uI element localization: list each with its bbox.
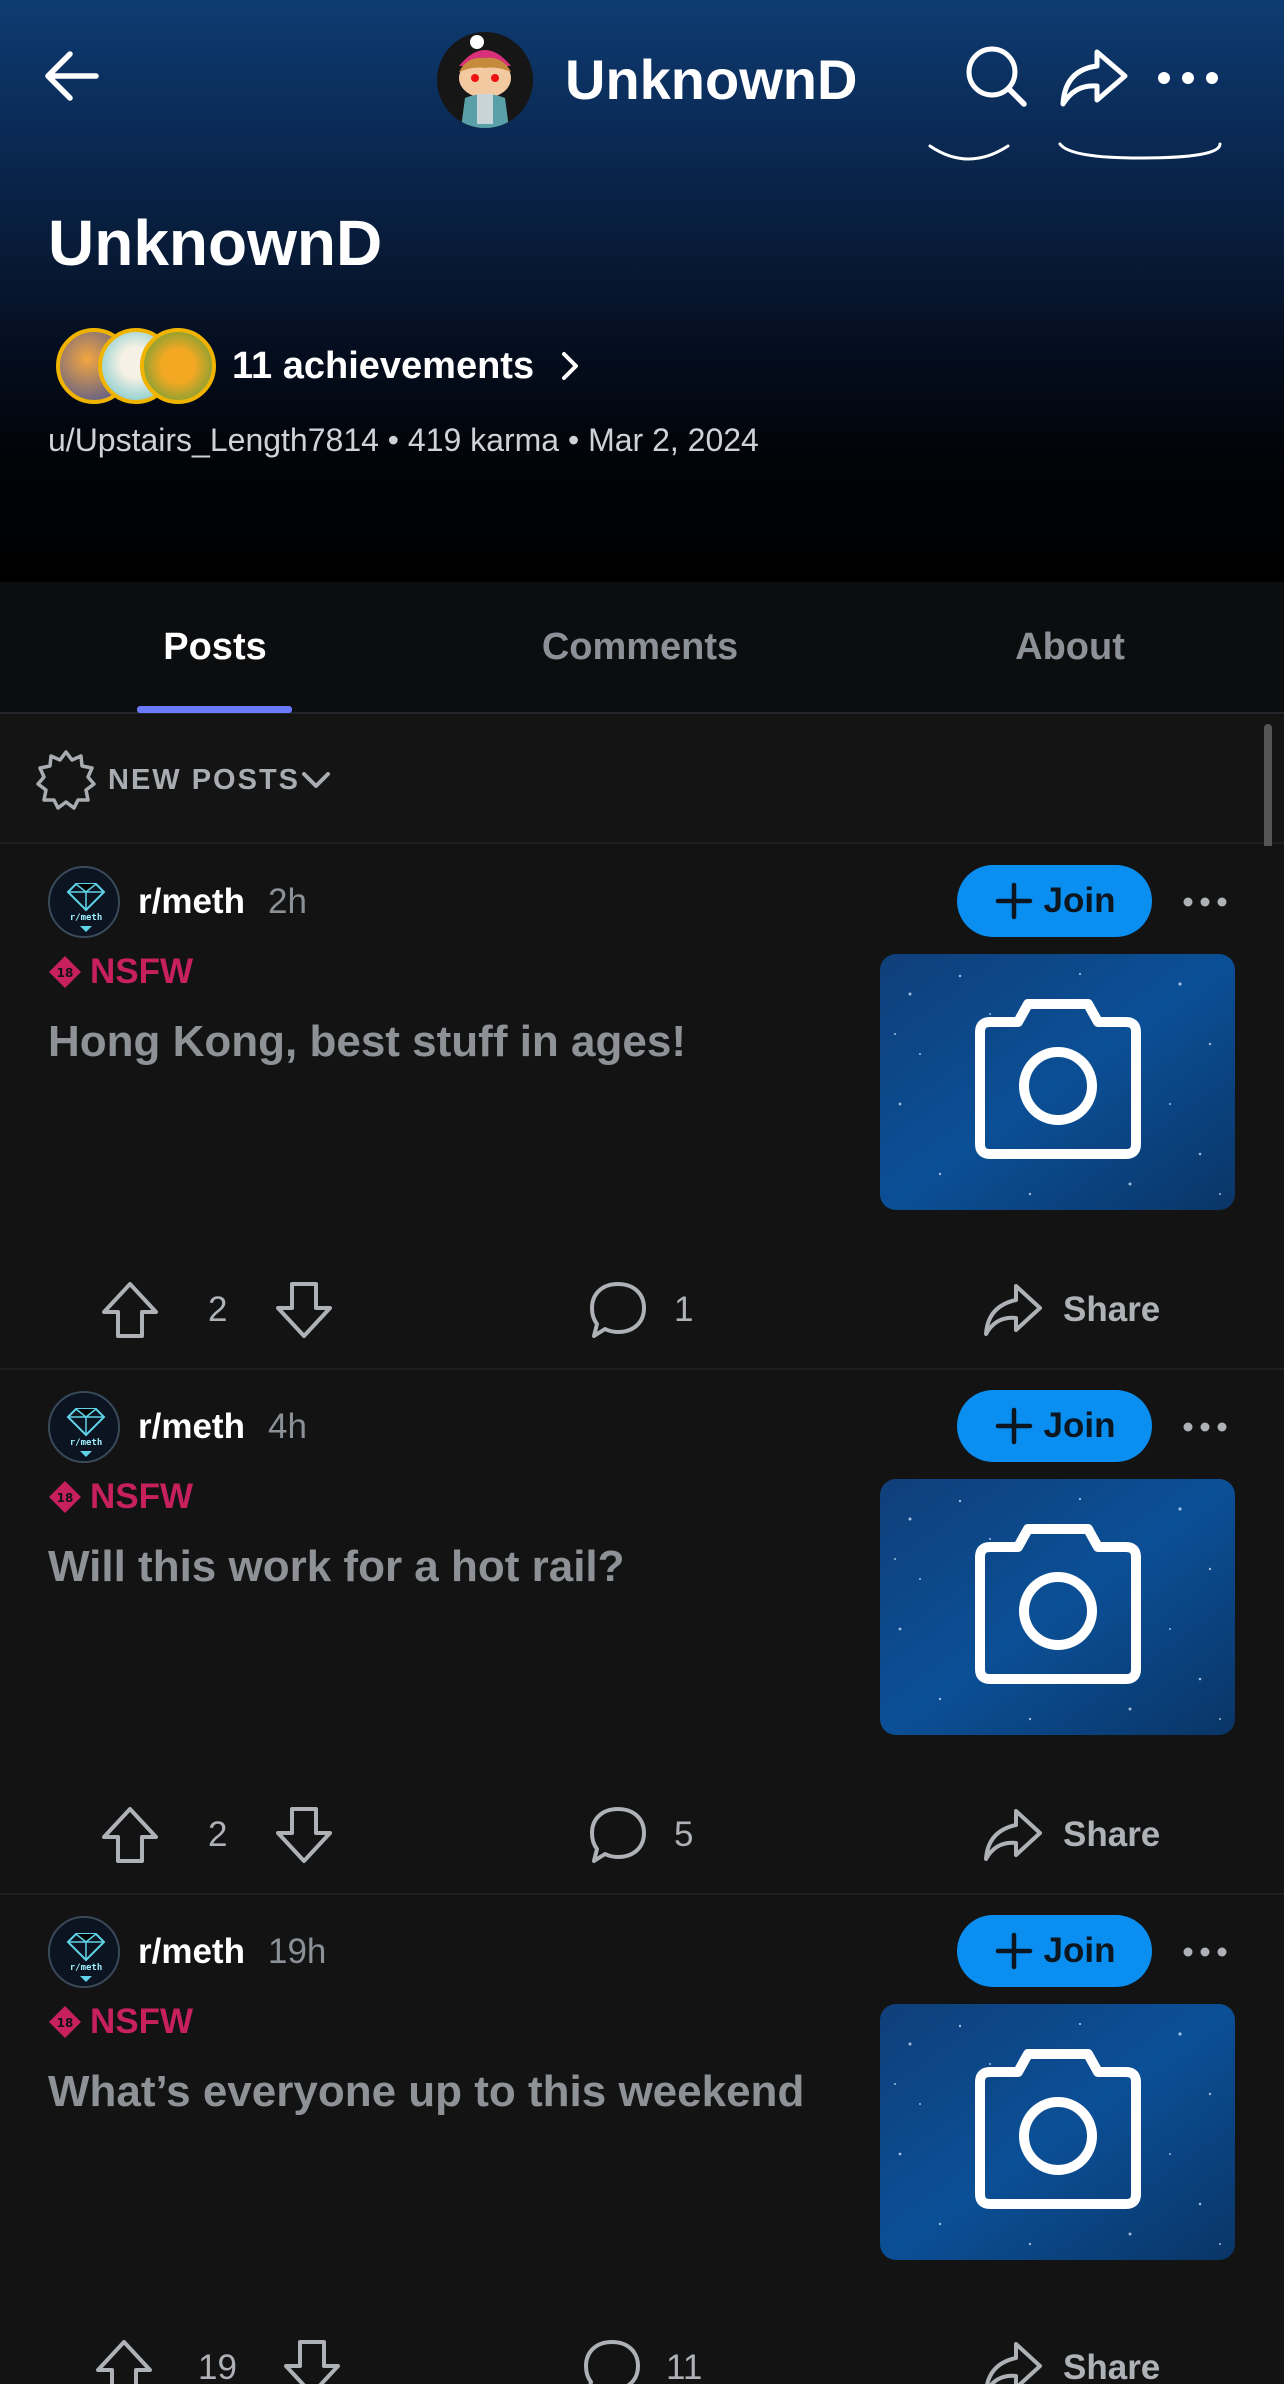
profile-meta: u/Upstairs_Length7814 • 419 karma • Mar …: [48, 422, 759, 458]
upvote-icon[interactable]: [98, 1278, 162, 1342]
share-label[interactable]: Share: [1063, 2346, 1160, 2384]
subreddit-avatar[interactable]: r/meth: [48, 1916, 120, 1988]
achievements-link[interactable]: 11 achievements: [56, 322, 590, 410]
more-options-button[interactable]: [1152, 40, 1224, 112]
plus-icon: [995, 1932, 1032, 1970]
profile-tabs: Posts Comments About: [0, 582, 1284, 714]
post-title[interactable]: Will this work for a hot rail?: [48, 1539, 848, 1595]
post-actions: 19 11 Share: [0, 2328, 1284, 2384]
post-thumbnail[interactable]: [880, 2004, 1235, 2260]
subreddit-name[interactable]: r/meth: [138, 1407, 245, 1447]
share-icon[interactable]: [980, 1803, 1044, 1867]
post-card[interactable]: r/meth r/meth 4h Join 18 NSFW Will this …: [0, 1371, 1284, 1895]
svg-text:r/meth: r/meth: [70, 1963, 103, 1973]
subreddit-name[interactable]: r/meth: [138, 882, 245, 922]
share-profile-button[interactable]: [1055, 40, 1131, 112]
svg-text:r/meth: r/meth: [70, 1438, 103, 1448]
post-time: 19h: [268, 1932, 327, 1971]
share-icon[interactable]: [980, 1278, 1044, 1342]
achievement-badge-icon: [140, 328, 216, 404]
nsfw-icon: 18: [49, 956, 81, 988]
post-time: 2h: [268, 882, 307, 921]
header-username: UnknownD: [565, 48, 858, 111]
subreddit-avatar[interactable]: r/meth: [48, 866, 120, 938]
comment-count: 11: [666, 2348, 703, 2384]
tab-posts[interactable]: Posts: [94, 582, 336, 714]
join-label: Join: [1043, 1406, 1116, 1445]
achievement-badges: [56, 322, 216, 410]
join-label: Join: [1043, 1931, 1116, 1970]
plus-icon: [995, 1407, 1032, 1445]
nsfw-icon: 18: [49, 2006, 81, 2038]
share-icon[interactable]: [980, 2336, 1044, 2384]
search-icon: [966, 46, 1027, 107]
back-button[interactable]: [36, 40, 108, 112]
post-card[interactable]: r/meth r/meth 2h Join 18 NSFW Hong Kong,…: [0, 846, 1284, 1370]
post-title[interactable]: Hong Kong, best stuff in ages!: [48, 1014, 848, 1070]
comment-icon[interactable]: [586, 1803, 650, 1867]
comment-count: 5: [674, 1815, 694, 1854]
vote-count: 2: [208, 1815, 228, 1854]
sort-label: NEW POSTS: [108, 764, 301, 796]
svg-text:18: 18: [57, 2016, 74, 2030]
comment-icon[interactable]: [580, 2336, 644, 2384]
sort-bar[interactable]: NEW POSTS: [0, 716, 1284, 844]
post-time: 4h: [268, 1407, 307, 1446]
post-thumbnail[interactable]: [880, 954, 1235, 1210]
post-actions: 2 1 Share: [0, 1270, 1284, 1350]
nsfw-tag: 18 NSFW: [48, 2002, 193, 2042]
comment-count: 1: [674, 1290, 694, 1329]
nsfw-label: NSFW: [90, 2002, 194, 2041]
join-label: Join: [1043, 881, 1116, 920]
more-icon[interactable]: [1180, 1407, 1230, 1447]
search-button[interactable]: [960, 40, 1032, 112]
profile-name: UnknownD: [48, 207, 383, 279]
chevron-down-icon: [302, 772, 330, 788]
svg-text:18: 18: [57, 966, 74, 980]
downvote-icon[interactable]: [272, 1803, 336, 1867]
comment-icon[interactable]: [586, 1278, 650, 1342]
nsfw-label: NSFW: [90, 952, 194, 991]
downvote-icon[interactable]: [280, 2336, 344, 2384]
achievements-label: 11 achievements: [232, 344, 535, 387]
nsfw-label: NSFW: [90, 1477, 194, 1516]
post-thumbnail[interactable]: [880, 1479, 1235, 1735]
svg-text:18: 18: [57, 1491, 74, 1505]
active-tab-indicator: [137, 706, 292, 713]
join-button[interactable]: Join: [957, 865, 1152, 937]
share-icon: [1060, 49, 1128, 107]
top-bar: UnknownD: [0, 0, 1284, 161]
share-label[interactable]: Share: [1063, 1813, 1160, 1857]
post-actions: 2 5 Share: [0, 1795, 1284, 1875]
new-burst-icon: [36, 750, 96, 810]
join-button[interactable]: Join: [957, 1915, 1152, 1987]
plus-icon: [995, 882, 1032, 920]
nsfw-tag: 18 NSFW: [48, 1477, 193, 1517]
profile-header: UnknownD UnknownD 11 achievements u/Upst…: [0, 0, 1284, 582]
tab-comments[interactable]: Comments: [490, 582, 790, 714]
post-card[interactable]: r/meth r/meth 19h Join 18 NSFW What’s ev…: [0, 1896, 1284, 2384]
nsfw-tag: 18 NSFW: [48, 952, 193, 992]
upvote-icon[interactable]: [92, 2336, 156, 2384]
vote-count: 19: [198, 2348, 237, 2384]
back-arrow-icon: [45, 51, 99, 101]
chevron-right-icon: [562, 352, 579, 380]
downvote-icon[interactable]: [272, 1278, 336, 1342]
more-icon[interactable]: [1180, 882, 1230, 922]
subreddit-avatar[interactable]: r/meth: [48, 1391, 120, 1463]
nsfw-icon: 18: [49, 1481, 81, 1513]
share-label[interactable]: Share: [1063, 1288, 1160, 1332]
more-icon[interactable]: [1180, 1932, 1230, 1972]
user-avatar[interactable]: [437, 32, 533, 128]
vote-count: 2: [208, 1290, 228, 1329]
upvote-icon[interactable]: [98, 1803, 162, 1867]
header-decoration: [928, 142, 1222, 161]
more-icon: [1158, 72, 1218, 84]
subreddit-name[interactable]: r/meth: [138, 1932, 245, 1972]
post-title[interactable]: What’s everyone up to this weekend: [48, 2064, 848, 2120]
join-button[interactable]: Join: [957, 1390, 1152, 1462]
tab-about[interactable]: About: [960, 582, 1180, 714]
svg-text:r/meth: r/meth: [70, 913, 103, 923]
